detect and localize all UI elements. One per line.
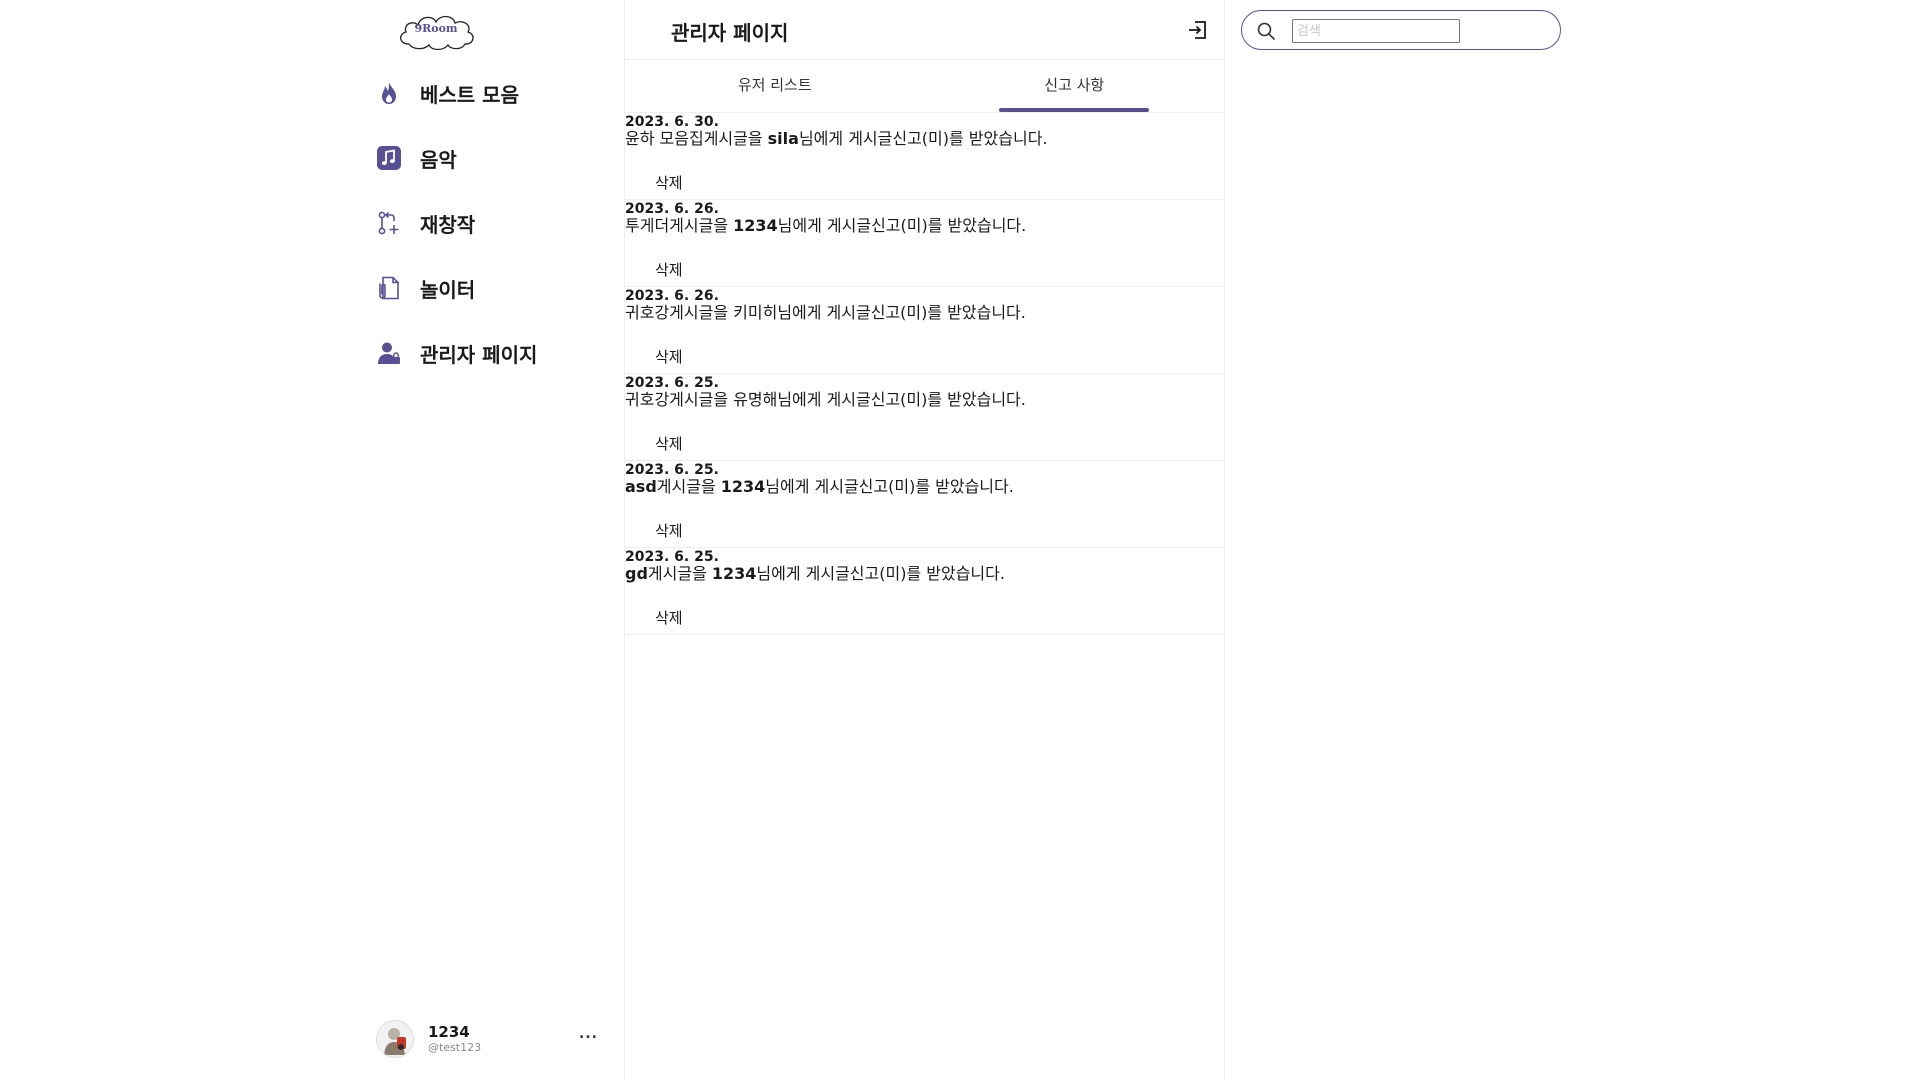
logout-icon [1189,21,1206,39]
delete-button[interactable]: 삭제 [655,520,683,541]
report-message: 투게더게시글을 1234님에게 게시글신고(미)를 받았습니다. [625,216,1026,236]
tab-user-list[interactable]: 유저 리스트 [625,60,925,112]
report-text: 게시글을 [647,564,712,583]
report-post-title: gd [625,564,648,583]
report-post-title: 투게더 [625,216,670,235]
tab-bar: 유저 리스트 신고 사항 [625,60,1224,113]
list-item: 2023. 6. 25. asd게시글을 1234님에게 게시글신고(미)를 받… [625,461,1224,548]
list-item: 2023. 6. 26. 귀호강게시글을 키미히님에게 게시글신고(미)를 받았… [625,287,1224,374]
logo-text: 9Room [414,22,458,35]
main-header: 관리자 페이지 [625,0,1224,60]
sidebar-item-label: 관리자 페이지 [420,342,538,367]
report-user: 유명해 [733,390,778,409]
report-list: 2023. 6. 30. 윤하 모음집게시글을 sila님에게 게시글신고(미)… [625,113,1224,635]
admin-user-icon [376,340,402,366]
app-root: 9Room 베스트 모음 음악 재창작 놀이터 관리자 페이지 1234 @te… [0,0,1920,1080]
sidebar-item-admin[interactable]: 관리자 페이지 [376,336,596,370]
report-post-title: 귀호강 [625,390,670,409]
sidebar-item-label: 음악 [420,147,457,172]
logo[interactable]: 9Room [395,10,477,52]
report-text: 게시글을 [669,303,734,322]
avatar [376,1020,414,1058]
user-profile[interactable]: 1234 @test123 ... [376,1020,598,1058]
report-text: 게시글을 [656,477,721,496]
report-date: 2023. 6. 25. [625,462,719,478]
flame-icon [376,80,402,106]
sidebar-item-playground[interactable]: 놀이터 [376,271,596,305]
git-pull-request-icon [376,210,402,236]
sidebar-item-label: 놀이터 [420,277,476,302]
report-post-title: asd [625,477,657,496]
list-item: 2023. 6. 30. 윤하 모음집게시글을 sila님에게 게시글신고(미)… [625,113,1224,200]
sidebar-item-recreate[interactable]: 재창작 [376,206,596,240]
report-user: 키미히 [733,303,778,322]
main-content: 관리자 페이지 유저 리스트 신고 사항 2023. 6. 30. 윤하 모음집… [624,0,1225,1080]
delete-button[interactable]: 삭제 [655,607,683,628]
search-icon [1256,21,1276,41]
search-bar [1241,10,1561,50]
report-message: gd게시글을 1234님에게 게시글신고(미)를 받았습니다. [625,564,1005,584]
report-text: 님에게 게시글신고(미)를 받았습니다. [777,303,1026,322]
page-title: 관리자 페이지 [671,21,789,45]
list-item: 2023. 6. 25. 귀호강게시글을 유명해님에게 게시글신고(미)를 받았… [625,374,1224,461]
profile-name: 1234 [428,1022,470,1041]
report-message: 귀호강게시글을 키미히님에게 게시글신고(미)를 받았습니다. [625,303,1026,323]
report-text: 님에게 게시글신고(미)를 받았습니다. [777,216,1027,235]
list-item: 2023. 6. 25. gd게시글을 1234님에게 게시글신고(미)를 받았… [625,548,1224,635]
report-post-title: 윤하 모음집 [625,129,704,148]
report-text: 게시글을 [669,216,734,235]
profile-handle: @test123 [428,1040,482,1054]
search-input[interactable] [1292,19,1460,43]
document-clip-icon [376,275,402,301]
report-date: 2023. 6. 25. [625,549,719,565]
report-user: sila [767,129,799,148]
delete-button[interactable]: 삭제 [655,172,683,193]
sidebar-item-label: 베스트 모음 [420,82,519,107]
delete-button[interactable]: 삭제 [655,259,683,280]
delete-button[interactable]: 삭제 [655,346,683,367]
sidebar: 9Room 베스트 모음 음악 재창작 놀이터 관리자 페이지 1234 @te… [0,0,625,1080]
report-post-title: 귀호강 [625,303,670,322]
report-text: 게시글을 [669,390,734,409]
report-message: asd게시글을 1234님에게 게시글신고(미)를 받았습니다. [625,477,1014,497]
report-date: 2023. 6. 30. [625,114,719,130]
profile-text: 1234 @test123 [428,1022,482,1055]
report-user: 1234 [711,564,757,583]
delete-button[interactable]: 삭제 [655,433,683,454]
tab-reports[interactable]: 신고 사항 [925,60,1225,112]
report-message: 윤하 모음집게시글을 sila님에게 게시글신고(미)를 받았습니다. [625,129,1048,149]
report-text: 게시글을 [703,129,768,148]
report-text: 님에게 게시글신고(미)를 받았습니다. [777,390,1026,409]
sidebar-item-label: 재창작 [420,212,476,237]
report-user: 1234 [733,216,778,235]
report-text: 님에게 게시글신고(미)를 받았습니다. [756,564,1005,583]
report-user: 1234 [720,477,766,496]
sidebar-item-music[interactable]: 음악 [376,141,596,175]
report-date: 2023. 6. 25. [625,375,719,391]
sidebar-item-best[interactable]: 베스트 모음 [376,76,596,110]
report-date: 2023. 6. 26. [625,201,719,217]
list-item: 2023. 6. 26. 투게더게시글을 1234님에게 게시글신고(미)를 받… [625,200,1224,287]
report-date: 2023. 6. 26. [625,288,719,304]
logout-button[interactable] [1186,19,1208,41]
report-message: 귀호강게시글을 유명해님에게 게시글신고(미)를 받았습니다. [625,390,1026,410]
music-note-icon [376,145,402,171]
report-text: 님에게 게시글신고(미)를 받았습니다. [765,477,1014,496]
report-text: 님에게 게시글신고(미)를 받았습니다. [798,129,1048,148]
more-options-button[interactable]: ... [579,1026,598,1042]
